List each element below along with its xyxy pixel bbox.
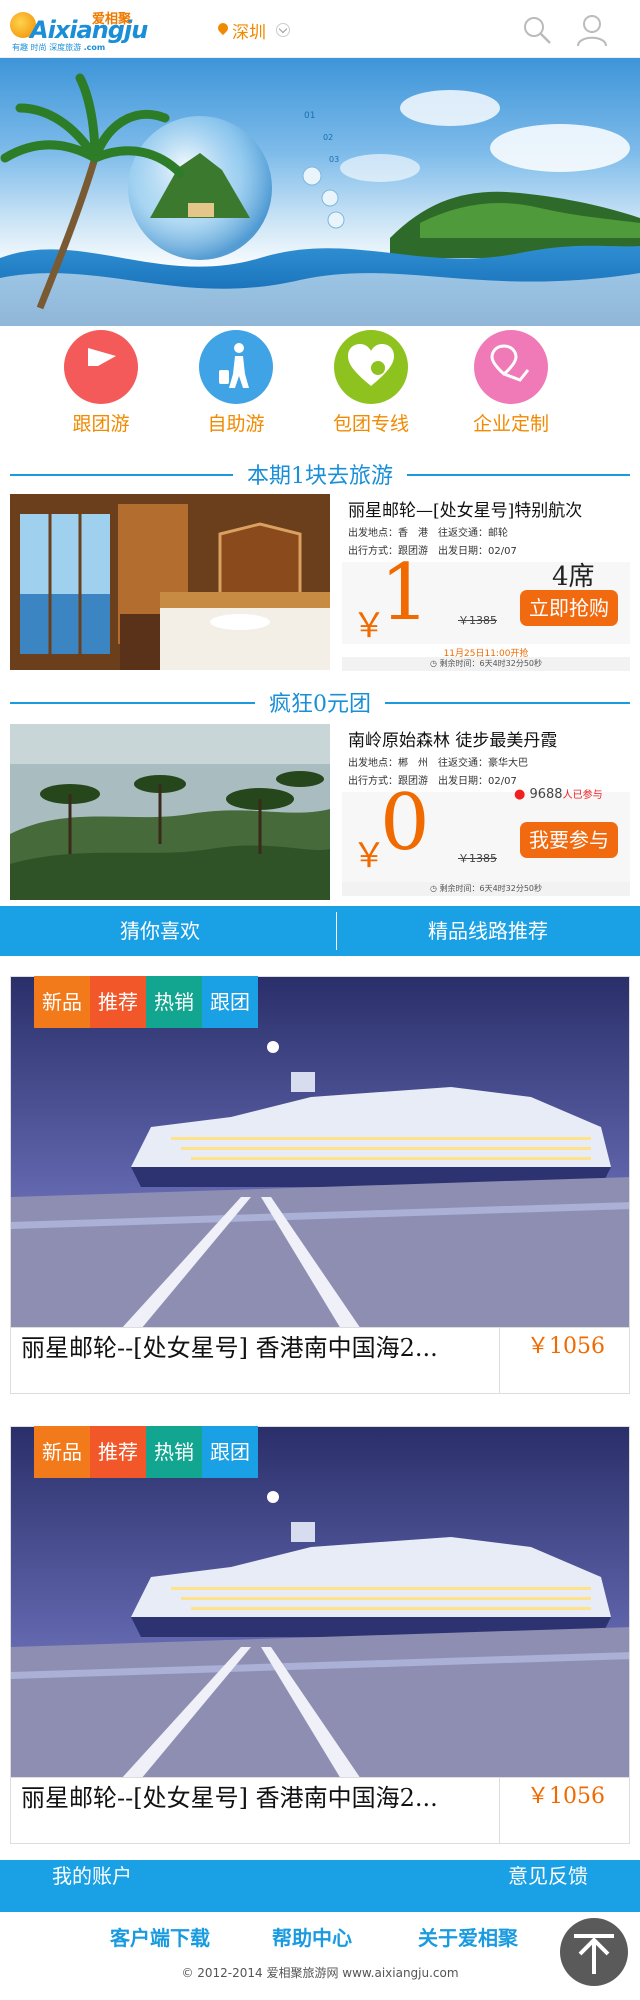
category-group-tour[interactable]: 跟团游 <box>36 326 166 448</box>
slide-3-dot[interactable]: 03 <box>329 155 339 164</box>
slide-indicators <box>302 166 345 229</box>
app-download-link[interactable]: 客户端下载 <box>110 1922 210 1951</box>
countdown-timer: ◷ 剩余时间：6天4时32分50秒 <box>342 657 630 671</box>
depart-location: 出发地点：香 港 <box>348 528 428 539</box>
transport-info: 往返交通：邮轮 <box>438 528 508 539</box>
footer-bar: 我的账户 意见反馈 <box>0 1860 640 1912</box>
product-card[interactable]: 新品 推荐 热销 跟团 丽星邮轮--[处女星号] 香港南中国海2... ￥105… <box>10 976 630 1396</box>
help-center-link[interactable]: 帮助中心 <box>272 1922 352 1951</box>
about-link[interactable]: 关于爱相聚 <box>418 1922 518 1951</box>
city-selector[interactable]: 深圳 <box>218 18 290 43</box>
tag-group-tour: 跟团 <box>202 1426 258 1478</box>
original-price: ￥1385 <box>458 852 497 865</box>
category-label: 跟团游 <box>72 413 130 435</box>
deal-name[interactable]: 丽星邮轮—[处女星号]特别航次 <box>348 496 582 521</box>
price-panel: ￥ 1 ￥1385 4席 立即抢购 <box>342 554 630 646</box>
deal-card-cruise[interactable]: 丽星邮轮—[处女星号]特别航次 出发地点：香 港 往返交通：邮轮 出行方式：跟团… <box>0 494 640 672</box>
chevron-down-icon <box>276 23 290 37</box>
tag-group-tour: 跟团 <box>202 976 258 1028</box>
section-title: 本期1块去旅游 <box>233 464 407 489</box>
tag-hot: 热销 <box>146 976 202 1028</box>
city-name: 深圳 <box>232 22 266 43</box>
price-panel: ￥ 0 ￥1385 ● 9688人已参与 我要参与 <box>342 784 630 882</box>
product-caption: 丽星邮轮--[处女星号] 香港南中国海2... ￥1056 <box>10 1778 630 1844</box>
cruise-ship-photo[interactable] <box>10 1426 630 1778</box>
hero-banner[interactable]: 01 02 03 <box>0 58 640 326</box>
depart-location: 出发地点：郴 州 <box>348 758 428 769</box>
caption-divider <box>499 1778 500 1844</box>
cruise-ship-photo[interactable] <box>10 976 630 1328</box>
original-price: ￥1385 <box>458 614 497 627</box>
category-nav: 跟团游 自助游 包团专线 企业定制 <box>0 326 640 448</box>
site-logo[interactable]: Aixiangju 爱相聚 有趣 时尚 深度旅游 .com <box>10 8 148 52</box>
tag-hot: 热销 <box>146 1426 202 1478</box>
traveler-icon <box>199 330 273 404</box>
section-header-one-yuan: 本期1块去旅游 <box>0 458 640 490</box>
arrow-up-icon <box>574 1934 614 1974</box>
cruise-cabin-photo[interactable] <box>10 494 330 670</box>
buy-now-button[interactable]: 立即抢购 <box>520 590 618 626</box>
slide-1-dot[interactable]: 01 <box>304 111 315 121</box>
participants-count: ● 9688人已参与 <box>514 787 603 802</box>
product-title[interactable]: 丽星邮轮--[处女星号] 香港南中国海2... <box>21 1328 481 1394</box>
recommend-tabs: 猜你喜欢 精品线路推荐 <box>0 906 640 956</box>
product-price: ￥1056 <box>527 1784 605 1809</box>
flag-icon <box>64 330 138 404</box>
deal-card-forest[interactable]: 南岭原始森林 徒步最美丹霞 出发地点：郴 州 往返交通：豪华大巴 出行方式：跟团… <box>0 724 640 902</box>
tag-recommended: 推荐 <box>90 1426 146 1478</box>
product-card[interactable]: 新品 推荐 热销 跟团 丽星邮轮--[处女星号] 香港南中国海2... ￥105… <box>10 1426 630 1846</box>
section-header-zero-yuan: 疯狂0元团 <box>0 686 640 718</box>
product-tags: 新品 推荐 热销 跟团 <box>34 976 258 1028</box>
top-header: Aixiangju 爱相聚 有趣 时尚 深度旅游 .com 深圳 <box>0 0 640 58</box>
deal-price: 1 <box>380 548 430 638</box>
copyright: © 2012-2014 爱相聚旅游网 www.aixiangju.com <box>181 1966 459 1980</box>
location-pin-icon <box>218 23 228 37</box>
tag-recommended: 推荐 <box>90 976 146 1028</box>
depart-date: 出发日期：02/07 <box>438 546 517 557</box>
section-title: 疯狂0元团 <box>255 692 385 717</box>
transport-info: 往返交通：豪华大巴 <box>438 758 528 769</box>
product-title[interactable]: 丽星邮轮--[处女星号] 香港南中国海2... <box>21 1778 481 1844</box>
my-account-link[interactable]: 我的账户 <box>52 1860 132 1912</box>
page: Aixiangju 爱相聚 有趣 时尚 深度旅游 .com 深圳 01 02 0… <box>0 0 640 2000</box>
product-tags: 新品 推荐 热销 跟团 <box>34 1426 258 1478</box>
category-charter-line[interactable]: 包团专线 <box>306 326 436 448</box>
product-caption: 丽星邮轮--[处女星号] 香港南中国海2... ￥1056 <box>10 1328 630 1394</box>
join-button[interactable]: 我要参与 <box>520 822 618 858</box>
tag-new: 新品 <box>34 976 90 1028</box>
category-enterprise-custom[interactable]: 企业定制 <box>446 326 576 448</box>
product-price: ￥1056 <box>527 1334 605 1359</box>
deal-price: 0 <box>380 778 430 868</box>
category-self-guided[interactable]: 自助游 <box>171 326 301 448</box>
user-icon[interactable] <box>575 13 609 47</box>
logo-slogan: 有趣 时尚 深度旅游 .com <box>12 43 106 52</box>
logo-chinese-name: 爱相聚 <box>92 12 132 27</box>
countdown-timer: ◷ 剩余时间：6天4时32分50秒 <box>342 882 630 896</box>
back-to-top-button[interactable] <box>560 1918 628 1986</box>
map-pin-route-icon <box>474 330 548 404</box>
people-icon: ● <box>514 787 526 802</box>
category-label: 企业定制 <box>472 413 549 435</box>
category-label: 包团专线 <box>332 413 409 435</box>
seats-left: 4席 <box>552 562 595 592</box>
tab-featured-routes[interactable]: 精品线路推荐 <box>336 906 640 956</box>
feedback-link[interactable]: 意见反馈 <box>508 1860 588 1912</box>
depart-date: 出发日期：02/07 <box>438 776 517 787</box>
footer-links: 客户端下载 帮助中心 关于爱相聚 <box>0 1922 640 1958</box>
banner-illustration <box>0 73 640 326</box>
tab-guess-you-like[interactable]: 猜你喜欢 <box>0 906 320 956</box>
category-label: 自助游 <box>207 413 265 435</box>
heart-icon <box>334 330 408 404</box>
deal-name[interactable]: 南岭原始森林 徒步最美丹霞 <box>348 726 557 751</box>
search-icon[interactable] <box>522 15 552 45</box>
slide-2-dot[interactable]: 02 <box>323 133 333 142</box>
forest-photo[interactable] <box>10 724 330 900</box>
caption-divider <box>499 1328 500 1394</box>
tag-new: 新品 <box>34 1426 90 1478</box>
